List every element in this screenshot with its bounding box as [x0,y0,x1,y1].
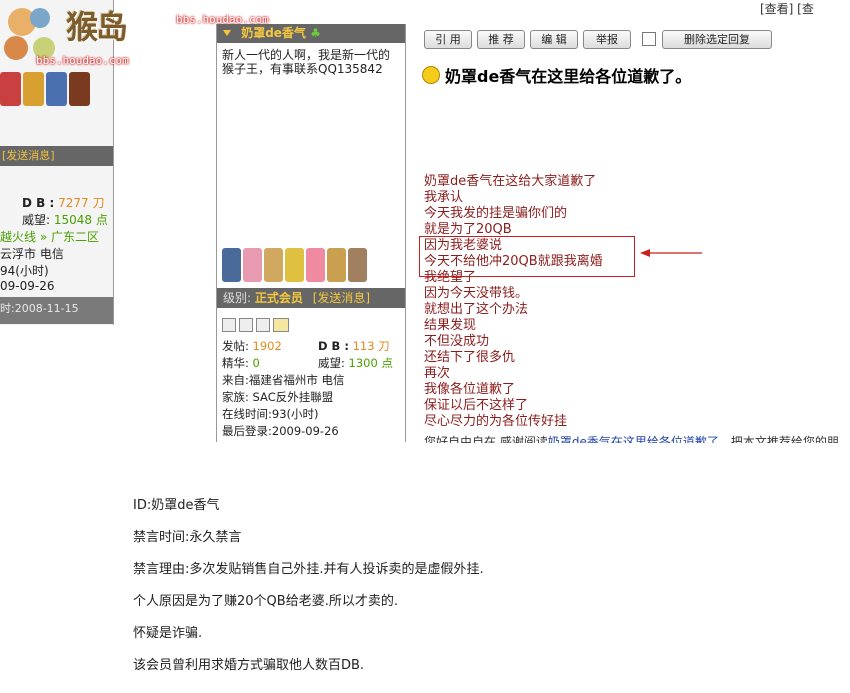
medal-icon [306,248,325,282]
author-username[interactable]: 奶罩de香气 [241,26,306,40]
level-value: 正式会员 [254,291,303,305]
post-title-text: 奶罩de香气在这里给各位道歉了。 [445,67,692,86]
send-message-link[interactable]: [发送消息] [313,291,370,305]
elite-label: 精华: [222,356,249,370]
medal-icon [46,72,67,106]
left-reputation-label: 威望: [22,213,51,227]
medal-icon [327,248,346,282]
ban-reason: 禁言理由:多次发贴销售自己外挂.并有人投诉卖的是虚假外挂. [133,562,484,577]
author-elite-row: 精华: 0 [222,355,260,371]
delete-selected-button[interactable]: 删除选定回复 [662,30,772,49]
author-from: 来自:福建省福州市 电信 [222,373,345,387]
annotation-highlight-box [419,236,635,277]
post-line: 尽心尽力的为各位传好挂 [424,414,568,429]
author-medal-row [222,248,402,286]
posts-label: 发帖: [222,339,249,353]
home-icon[interactable] [273,318,289,332]
left-city: 云浮市 电信 [0,247,64,261]
left-online: 94(小时) [0,264,49,278]
ban-history: 该会员曾利用求婚方式骗取他人数百DB. [133,658,365,673]
post-line: 保证以后不这样了 [424,398,529,413]
quote-button[interactable]: 引 用 [424,30,472,49]
post-line: 今天我发的挂是骗你们的 [424,206,568,221]
post-line: 还结下了很多仇 [424,350,516,365]
post-line: 不但没成功 [424,334,490,349]
post-line: 奶罩de香气在这给大家道歉了 [424,174,597,189]
left-db-row: D B : 7277 刀 [22,194,104,211]
post-line: 就想出了这个办法 [424,302,529,317]
left-group-link[interactable]: 越火线 » 广东二区 [0,228,99,245]
left-medal-row [0,72,110,112]
left-action-bar: [发送消息] [0,146,113,166]
post-line: 再次 [424,366,451,381]
left-db-value: 7277 刀 [58,196,105,210]
author-reputation-row: 威望: 1300 点 [318,355,393,371]
medal-icon [243,248,262,282]
medal-icon [23,72,44,106]
message-icon[interactable] [239,318,253,332]
left-reg-bar: 时:2008-11-15 [0,297,113,324]
author-last-login: 最后登录:2009-09-26 [222,424,339,438]
left-db-label: D B : [22,196,55,210]
db-label: D B : [318,339,349,353]
site-url-watermark: bbs.houdao.com [36,54,129,67]
post-line: 因为今天没带钱。 [424,286,529,301]
post-line: 我像各位道歉了 [424,382,516,397]
teaser-prefix: 您好自由自在,感谢阅读 [424,435,548,443]
author-posts-row: 发帖: 1902 [222,338,282,354]
report-button[interactable]: 举报 [583,30,631,49]
elite-value: 0 [252,356,260,370]
author-signature: 新人一代的人啊，我是新一代的猴子王，有事联系QQ135842 [222,48,391,76]
top-right-links[interactable]: [查看] [查 [760,0,814,17]
reputation-label: 威望: [318,356,345,370]
left-send-message-link[interactable]: [发送消息] [0,149,55,162]
author-online-time: 在线时间:93(小时) [222,407,319,421]
user-online-icon: ♣ [310,26,321,40]
author-level-bar: 级别: 正式会员 [发送消息] [217,288,405,308]
post-line: 我承认 [424,190,464,205]
level-label: 级别: [223,291,252,305]
left-last-login: 09-09-26 [0,279,55,293]
site-logo-text: 猴岛 [66,8,128,46]
profile-icon[interactable] [222,318,236,332]
medal-icon [285,248,304,282]
select-post-checkbox[interactable] [642,32,656,46]
teaser-link[interactable]: 奶罩de香气在这里给各位道歉了 [548,435,719,443]
post-footer-teaser: 您好自由自在,感谢阅读奶罩de香气在这里给各位道歉了。把本文推荐给您的朋 [424,433,839,443]
annotation-arrow-icon [640,249,702,257]
post-title: 奶罩de香气在这里给各位道歉了。 [422,63,691,87]
posts-value: 1902 [252,339,282,353]
caret-down-icon [223,30,231,36]
reputation-value: 1300 点 [348,356,393,370]
teaser-suffix: 。把本文推荐给您的朋 [718,435,839,443]
left-reputation-value: 15048 点 [53,213,108,227]
smile-icon [422,66,440,84]
medal-icon [222,248,241,282]
author-action-icons [222,317,292,336]
left-reputation-row: 威望: 15048 点 [22,211,108,228]
author-name-bar: 奶罩de香气 ♣ [217,24,405,43]
medal-icon [264,248,283,282]
author-db-row: D B : 113 刀 [318,338,390,354]
author-family: 家族: SAC反外挂聯盟 [222,390,334,404]
ban-time: 禁言时间:永久禁言 [133,530,242,545]
site-logo[interactable]: 猴岛 bbs.houdao.com bbs.houdao.com [0,0,269,70]
db-value: 113 刀 [352,339,390,353]
medal-icon [0,72,21,106]
medal-icon [348,248,367,282]
left-reg-date: 时:2008-11-15 [0,302,79,315]
medal-icon [69,72,90,106]
ban-personal-reason: 个人原因是为了赚20个QB给老婆.所以才卖的. [133,594,398,609]
edit-button[interactable]: 编 辑 [530,30,578,49]
ban-suspect: 怀疑是诈骗. [133,626,203,641]
recommend-button[interactable]: 推 荐 [477,30,525,49]
ban-id: ID:奶罩de香气 [133,498,220,513]
post-line: 结果发现 [424,318,477,333]
add-friend-icon[interactable] [256,318,270,332]
